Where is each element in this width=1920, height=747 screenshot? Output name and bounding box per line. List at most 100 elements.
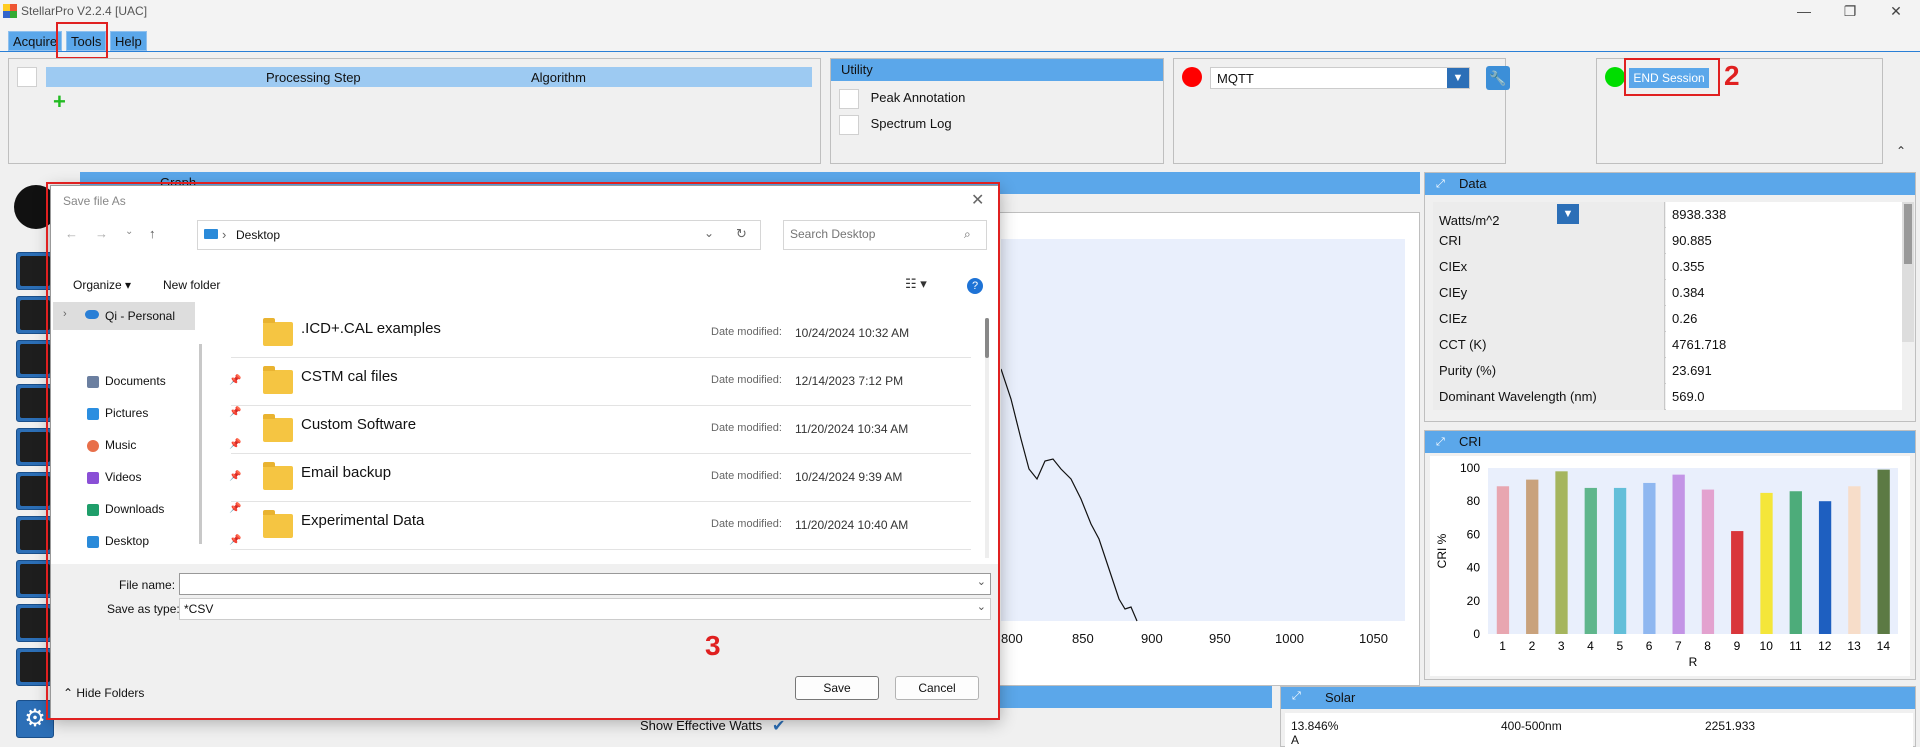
mqtt-dropdown-icon[interactable]: ▼ bbox=[1447, 68, 1469, 88]
spectrum-curve bbox=[1001, 368, 1138, 622]
cri-x-tick: 14 bbox=[1877, 639, 1891, 653]
data-expand-icon[interactable]: ⤢ bbox=[1436, 178, 1445, 191]
data-scrollbar[interactable] bbox=[1902, 202, 1914, 342]
data-value: 4761.718 bbox=[1666, 332, 1902, 358]
data-value: 0.26 bbox=[1666, 306, 1902, 332]
close-window-button[interactable]: ✕ bbox=[1876, 2, 1916, 20]
algorithm-column: Algorithm bbox=[531, 70, 586, 85]
cri-x-tick: 6 bbox=[1646, 639, 1653, 653]
cri-y-tick: 40 bbox=[1467, 561, 1481, 575]
data-row-unit: Watts/m^2 ▼ 8938.338 bbox=[1433, 202, 1902, 228]
data-row: Dominant Wavelength (nm) 569.0 bbox=[1433, 384, 1902, 410]
cri-bar bbox=[1555, 471, 1568, 634]
peak-annotation-toggle[interactable]: Peak Annotation bbox=[839, 89, 965, 109]
annotation-box-1 bbox=[56, 22, 108, 59]
cri-x-tick: 4 bbox=[1587, 639, 1594, 653]
spectrum-log-label: Spectrum Log bbox=[870, 116, 952, 132]
cri-x-tick: 1 bbox=[1499, 639, 1506, 653]
data-row: CIEx 0.355 bbox=[1433, 254, 1902, 280]
x-tick-950: 950 bbox=[1209, 631, 1231, 646]
menu-bar: Acquire Tools Help bbox=[0, 22, 1920, 52]
cri-y-tick: 60 bbox=[1467, 527, 1481, 541]
cri-panel-header: CRI bbox=[1425, 431, 1915, 453]
data-row: CIEz 0.26 bbox=[1433, 306, 1902, 332]
app-logo-icon bbox=[3, 4, 17, 18]
data-value: 90.885 bbox=[1666, 228, 1902, 254]
cri-bar bbox=[1526, 479, 1539, 634]
cri-y-tick: 0 bbox=[1473, 627, 1480, 641]
spectrum-log-checkbox[interactable] bbox=[839, 115, 859, 135]
cri-bar bbox=[1818, 501, 1832, 634]
unit-dropdown-icon[interactable]: ▼ bbox=[1557, 204, 1579, 224]
solar-panel-header: Solar bbox=[1281, 687, 1915, 709]
window-title: StellarPro V2.2.4 [UAC] bbox=[21, 4, 148, 18]
cri-bar bbox=[1496, 486, 1510, 634]
annotation-number-2: 2 bbox=[1724, 60, 1740, 91]
data-key: Dominant Wavelength (nm) bbox=[1433, 384, 1665, 410]
cri-bar bbox=[1584, 487, 1597, 634]
peak-annotation-label: Peak Annotation bbox=[870, 90, 966, 106]
cri-x-tick: 13 bbox=[1847, 639, 1861, 653]
cri-bar bbox=[1701, 489, 1715, 634]
cri-x-tick: 9 bbox=[1734, 639, 1741, 653]
x-tick-1050: 1050 bbox=[1359, 631, 1388, 646]
tab-help[interactable]: Help bbox=[110, 31, 147, 51]
cri-x-tick: 2 bbox=[1529, 639, 1536, 653]
utility-panel: Utility Peak Annotation Spectrum Log bbox=[830, 58, 1164, 164]
cri-bar bbox=[1643, 482, 1656, 634]
cri-bar bbox=[1877, 469, 1890, 634]
session-status-indicator bbox=[1605, 67, 1625, 87]
data-value: 0.384 bbox=[1666, 280, 1902, 306]
utility-header: Utility bbox=[831, 59, 1163, 81]
unit-select[interactable]: Watts/m^2 ▼ bbox=[1433, 202, 1665, 228]
solar-cell: 400-500nm bbox=[1501, 719, 1562, 733]
data-key: CIEy bbox=[1433, 280, 1665, 306]
add-step-icon[interactable]: + bbox=[53, 89, 66, 115]
cri-bar bbox=[1672, 474, 1685, 634]
cri-x-tick: 12 bbox=[1818, 639, 1832, 653]
x-tick-1000: 1000 bbox=[1275, 631, 1304, 646]
peak-annotation-checkbox[interactable] bbox=[839, 89, 859, 109]
cri-bar bbox=[1789, 491, 1802, 634]
cri-x-tick: 5 bbox=[1616, 639, 1623, 653]
maximize-button[interactable]: ❐ bbox=[1830, 2, 1870, 20]
data-panel-header: Data bbox=[1425, 173, 1915, 195]
cri-y-tick: 100 bbox=[1460, 461, 1480, 475]
solar-cell: 2251.933 bbox=[1705, 719, 1756, 733]
show-effective-watts-label: Show Effective Watts bbox=[640, 718, 763, 733]
mqtt-select[interactable]: MQTT ▼ bbox=[1210, 67, 1470, 89]
minimize-button[interactable]: — bbox=[1784, 2, 1824, 20]
cri-x-tick: 11 bbox=[1789, 639, 1802, 653]
cri-expand-icon[interactable]: ⤢ bbox=[1436, 436, 1445, 449]
data-value: 0.355 bbox=[1666, 254, 1902, 280]
mqtt-panel: MQTT ▼ 🔧 bbox=[1173, 58, 1510, 164]
annotation-box-2 bbox=[1624, 58, 1720, 96]
data-row: Purity (%) 23.691 bbox=[1433, 358, 1902, 384]
data-key: Purity (%) bbox=[1433, 358, 1665, 384]
processing-header: Processing Step Algorithm bbox=[46, 67, 812, 87]
cri-bar bbox=[1760, 492, 1773, 634]
data-row: CIEy 0.384 bbox=[1433, 280, 1902, 306]
data-row: CCT (K) 4761.718 bbox=[1433, 332, 1902, 358]
spectrum-log-toggle[interactable]: Spectrum Log bbox=[839, 115, 952, 135]
collapse-ribbon-icon[interactable]: ⌃ bbox=[1896, 144, 1906, 158]
cri-x-tick: 3 bbox=[1558, 639, 1565, 653]
cri-bar bbox=[1613, 487, 1627, 634]
annotation-number-3: 3 bbox=[705, 630, 721, 661]
cri-bar bbox=[1731, 531, 1744, 634]
mqtt-select-value: MQTT bbox=[1217, 71, 1254, 86]
cri-x-tick: 8 bbox=[1704, 639, 1711, 653]
cri-bar bbox=[1848, 486, 1861, 634]
processing-select-all-checkbox[interactable] bbox=[17, 67, 37, 87]
data-key: CIEz bbox=[1433, 306, 1665, 332]
solar-expand-icon[interactable]: ⤢ bbox=[1292, 690, 1301, 703]
processing-panel: Processing Step Algorithm + bbox=[8, 58, 821, 164]
x-tick-800: 800 bbox=[1001, 631, 1023, 646]
data-row: CRI 90.885 bbox=[1433, 228, 1902, 254]
tab-acquire[interactable]: Acquire bbox=[8, 31, 63, 51]
mqtt-settings-wrench-icon[interactable]: 🔧 bbox=[1486, 66, 1510, 90]
solar-panel: Solar 13.846% A 400-500nm 2251.933 bbox=[1280, 686, 1916, 747]
annotation-box-3 bbox=[46, 182, 1000, 720]
x-tick-900: 900 bbox=[1141, 631, 1163, 646]
x-tick-850: 850 bbox=[1072, 631, 1094, 646]
